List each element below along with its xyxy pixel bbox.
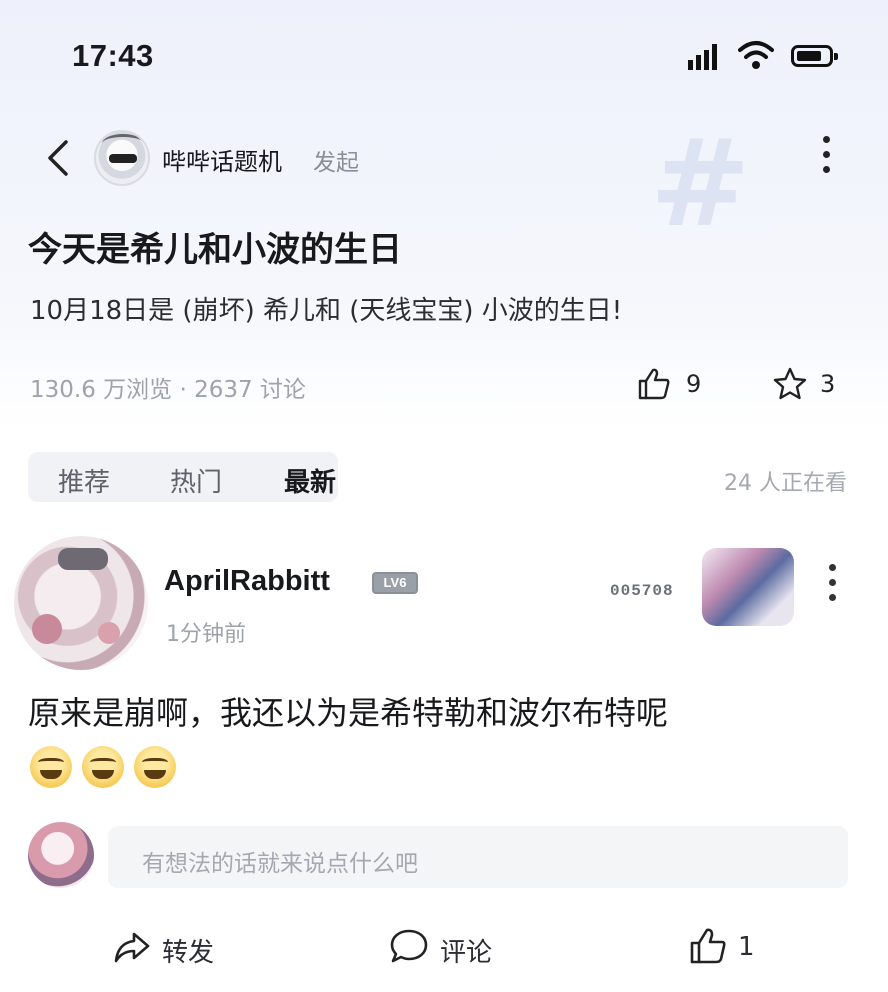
post-title: 今天是希儿和小波的生日 xyxy=(28,230,402,270)
fan-badge-image[interactable] xyxy=(702,548,794,626)
emoji-row xyxy=(30,746,186,792)
back-arrow-icon[interactable] xyxy=(44,138,74,178)
laughing-face-icon xyxy=(30,746,72,788)
tab-hot[interactable]: 热门 xyxy=(170,462,222,499)
more-options-icon[interactable] xyxy=(816,136,836,180)
share-icon[interactable] xyxy=(112,928,152,968)
thumbs-up-icon[interactable] xyxy=(688,926,728,966)
bottom-like-count: 1 xyxy=(738,932,755,962)
wifi-icon xyxy=(738,41,774,69)
level-badge: LV6 xyxy=(372,572,418,594)
topic-action-label: 发起 xyxy=(313,150,359,176)
favorite-count: 3 xyxy=(820,370,836,398)
topic-name[interactable]: 哔哔话题机 xyxy=(162,142,282,177)
laughing-face-icon xyxy=(134,746,176,788)
post-description: 10月18日是 (崩坏) 希儿和 (天线宝宝) 小波的生日! xyxy=(30,296,623,326)
hash-decoration-icon: # xyxy=(650,115,751,254)
reply-placeholder[interactable]: 有想法的话就来说点什么吧 xyxy=(142,844,418,878)
comment-bubble-icon[interactable] xyxy=(388,926,430,968)
comment-more-icon[interactable] xyxy=(822,564,842,608)
watching-count: 24 人正在看 xyxy=(724,471,847,496)
comment-username[interactable]: AprilRabbitt xyxy=(164,565,330,598)
tab-recommended[interactable]: 推荐 xyxy=(58,462,110,499)
star-icon[interactable] xyxy=(772,366,808,402)
my-avatar xyxy=(28,822,94,888)
comment-button[interactable]: 评论 xyxy=(440,932,492,969)
post-stats: 130.6 万浏览 · 2637 讨论 xyxy=(30,377,306,403)
cellular-signal-icon xyxy=(688,44,717,70)
topic-avatar[interactable] xyxy=(94,130,150,186)
like-count: 9 xyxy=(686,370,702,398)
comment-text: 原来是崩啊，我还以为是希特勒和波尔布特呢 xyxy=(28,694,669,732)
avatar[interactable] xyxy=(14,536,148,670)
battery-icon xyxy=(791,45,838,67)
status-time: 17:43 xyxy=(72,38,154,73)
share-button[interactable]: 转发 xyxy=(162,932,214,969)
tab-latest[interactable]: 最新 xyxy=(284,462,336,499)
laughing-face-icon xyxy=(82,746,124,788)
comment-timestamp: 1分钟前 xyxy=(166,622,246,647)
fan-badge-number: 005708 xyxy=(610,582,674,600)
thumbs-up-icon[interactable] xyxy=(636,366,672,402)
